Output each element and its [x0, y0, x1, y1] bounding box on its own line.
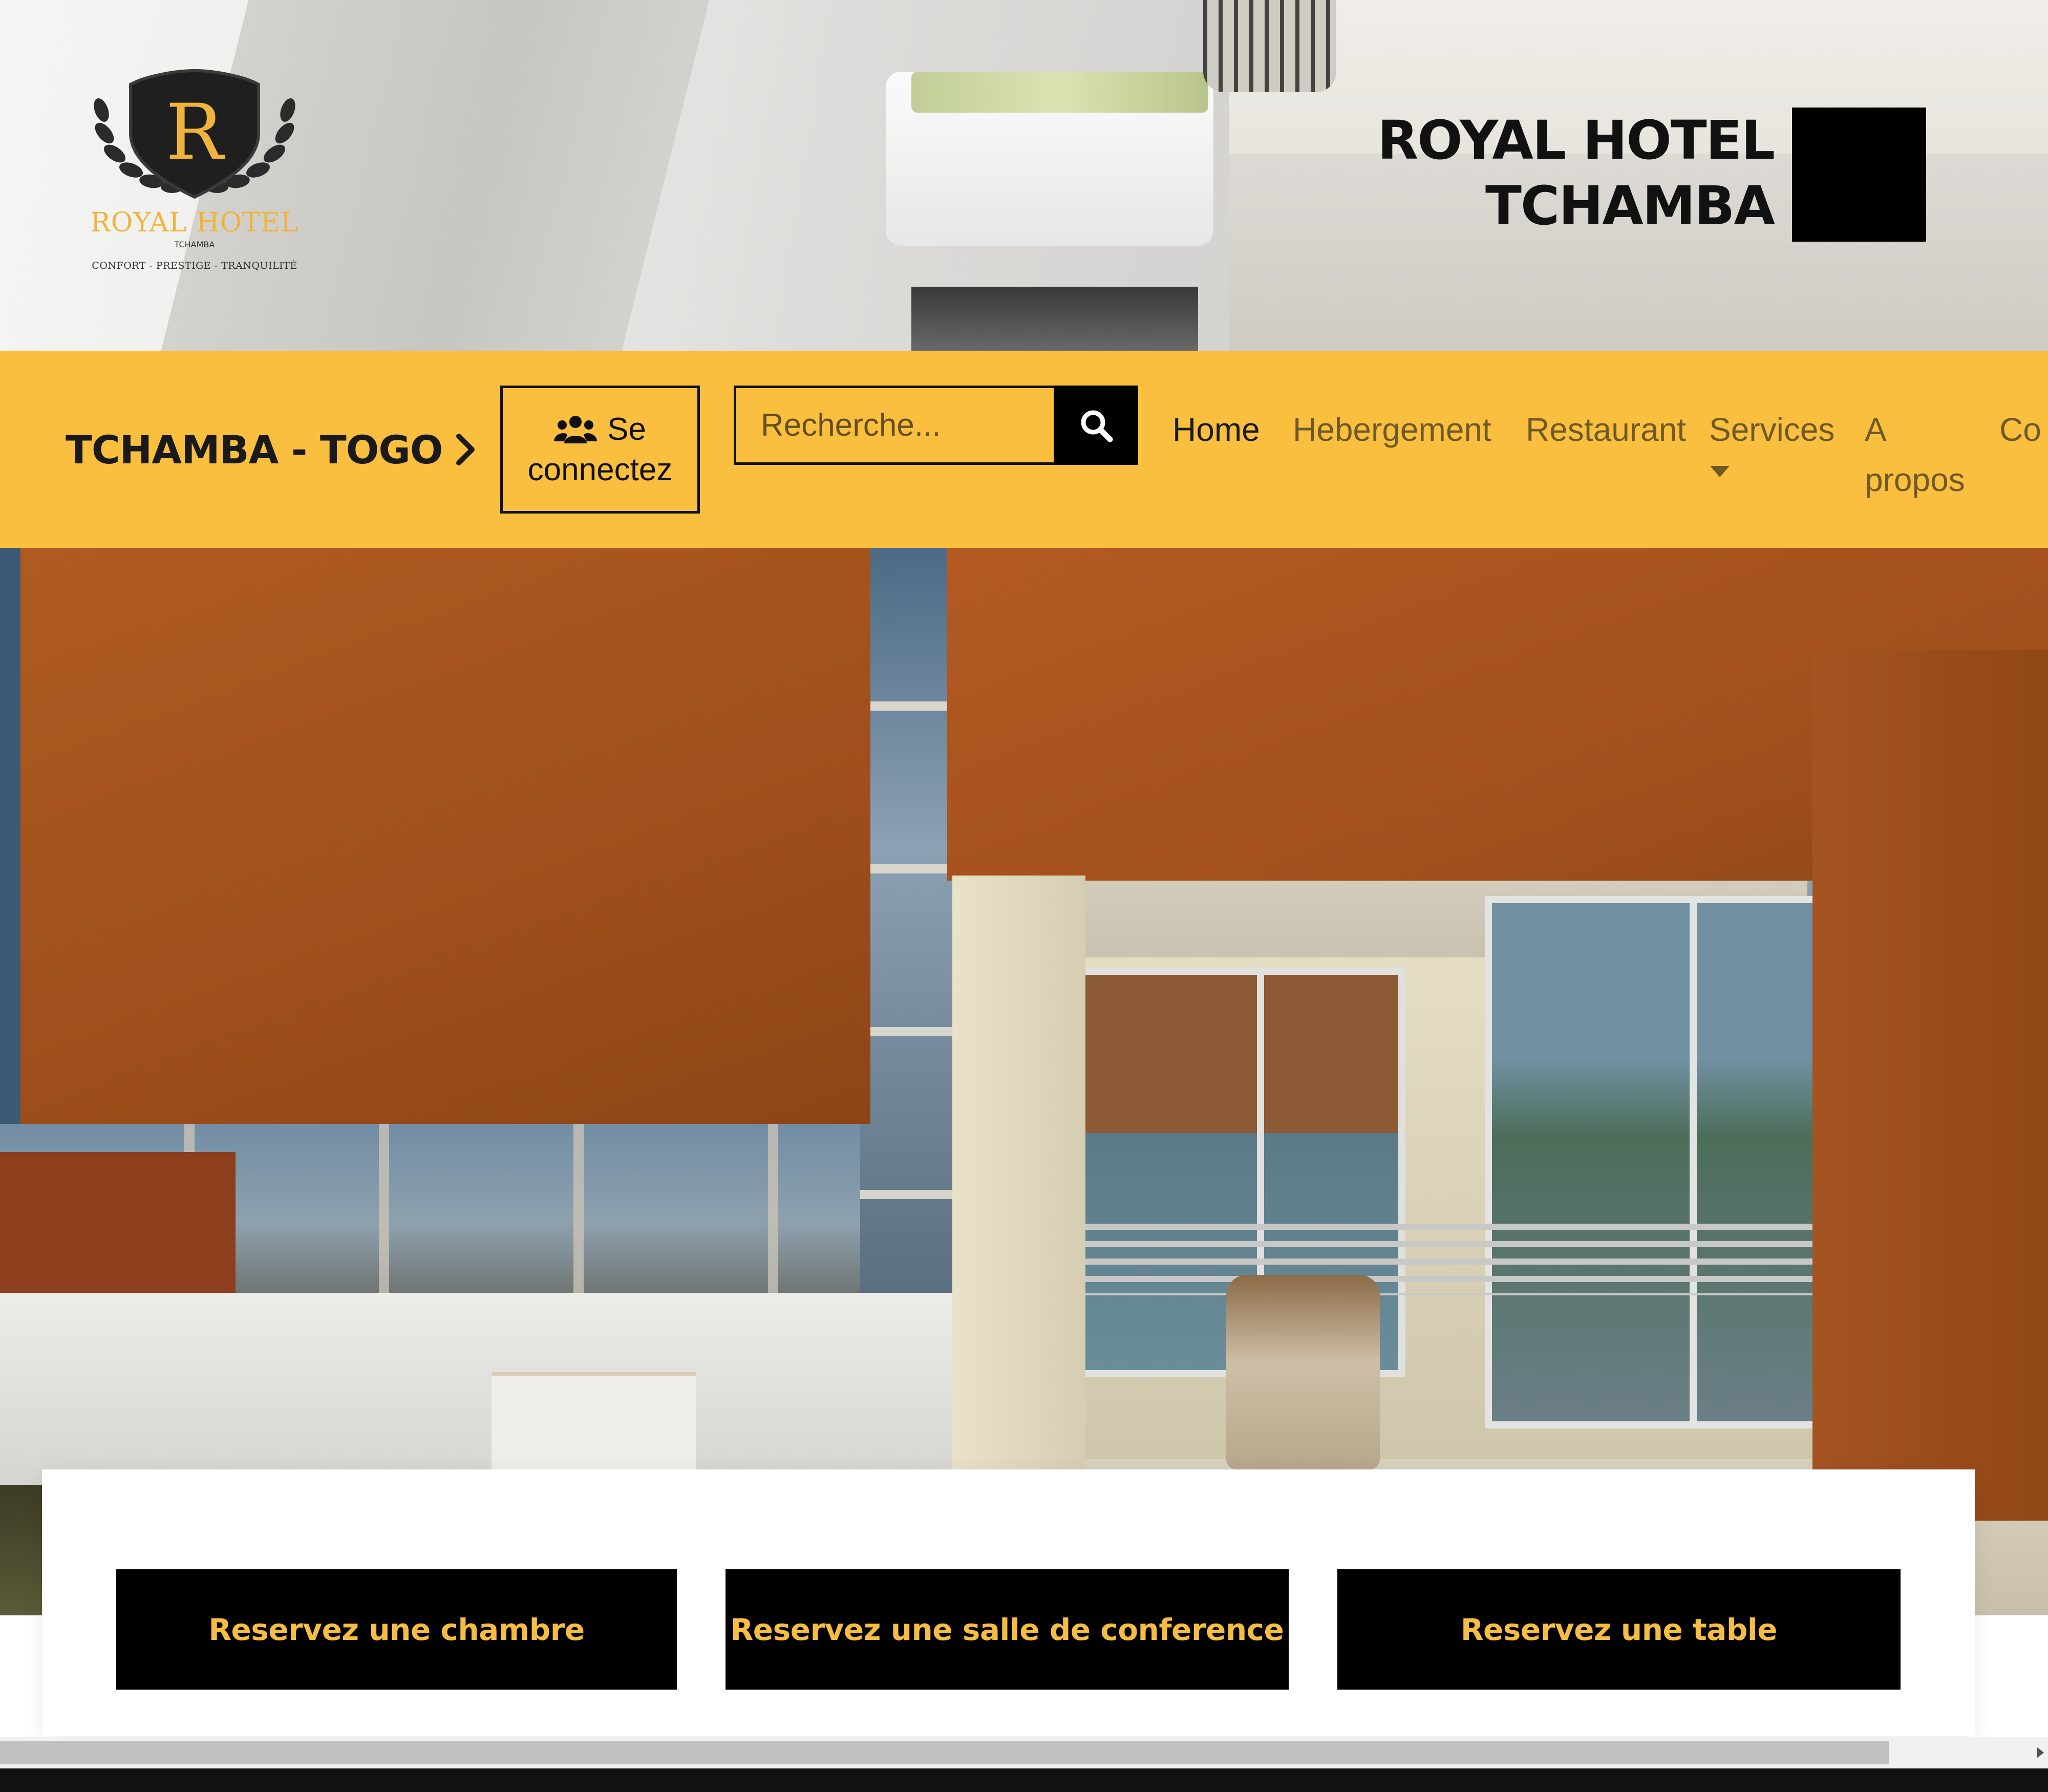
location-link[interactable]: TCHAMBA - TOGO: [66, 426, 476, 473]
login-label-line1: Se: [554, 411, 646, 447]
booking-card: Reservez une chambre Reservez une salle …: [42, 1469, 1975, 1736]
horizontal-scrollbar[interactable]: [0, 1737, 2048, 1768]
title-black-block: [1792, 108, 1926, 242]
login-button[interactable]: Se connectez: [500, 386, 700, 514]
scrollbar-thumb[interactable]: [0, 1741, 1889, 1764]
shield-logo-icon: R: [94, 69, 295, 199]
header-banner: R ROYAL HOTEL TCHAMBA CONFORT - PRESTIGE…: [0, 0, 2048, 351]
hero-door-divider-right: [1690, 896, 1697, 1428]
bottom-dark-strip: [0, 1768, 2048, 1792]
hero-porch-railing: [1078, 1224, 1846, 1295]
hero-orange-wall-left: [20, 548, 870, 1124]
nav-item-home[interactable]: Home: [1172, 404, 1260, 455]
site-title: ROYAL HOTEL TCHAMBA: [1377, 108, 1775, 239]
location-label: TCHAMBA - TOGO: [66, 426, 443, 473]
scroll-right-icon[interactable]: [2031, 1744, 2048, 1761]
hero-glass-door-right: [1485, 896, 1853, 1428]
nav-item-services[interactable]: Services: [1709, 404, 1834, 455]
search-input[interactable]: [734, 386, 1054, 465]
site-title-line1: ROYAL HOTEL: [1377, 109, 1775, 172]
nav-item-hebergement[interactable]: Hebergement: [1293, 404, 1491, 455]
site-title-line2: TCHAMBA: [1485, 175, 1775, 237]
nav-item-restaurant[interactable]: Restaurant: [1526, 404, 1686, 455]
nav-item-apropos[interactable]: A propos: [1865, 404, 1967, 505]
hero-building-photo: [0, 548, 2048, 1615]
hero-planter: [492, 1372, 696, 1475]
logo-tagline: CONFORT - PRESTIGE - TRANQUILITÉ: [92, 260, 297, 271]
logo-letter: R: [166, 88, 226, 177]
logo-subname: TCHAMBA: [174, 240, 215, 249]
login-text-connectez: connectez: [527, 452, 673, 487]
hotel-logo[interactable]: R ROYAL HOTEL TCHAMBA CONFORT - PRESTIGE…: [82, 61, 307, 287]
hero-glass-bars: [860, 548, 952, 1295]
hero-front-wall: [0, 1293, 963, 1487]
caret-down-icon[interactable]: [1709, 465, 1731, 478]
hero-wooden-stool: [1226, 1275, 1380, 1469]
book-table-button[interactable]: Reservez une table: [1337, 1569, 1901, 1690]
chevron-right-icon: [456, 434, 475, 465]
hero-orange-pillar: [1812, 650, 2048, 1521]
users-icon: [554, 415, 598, 443]
page: R ROYAL HOTEL TCHAMBA CONFORT - PRESTIGE…: [0, 0, 2048, 1792]
nav-item-contact[interactable]: Co: [1999, 404, 2041, 455]
search-button[interactable]: [1054, 386, 1138, 465]
book-conference-button[interactable]: Reservez une salle de conference: [726, 1569, 1289, 1690]
search-form: [734, 386, 1138, 465]
book-room-button[interactable]: Reservez une chambre: [116, 1569, 677, 1690]
hero-left-edge: [0, 548, 20, 1124]
search-icon: [1081, 410, 1113, 442]
login-text-se: Se: [607, 412, 646, 447]
navbar: TCHAMBA - TOGO Se connectez Recherche...…: [0, 351, 2048, 548]
logo-name: ROYAL HOTEL: [90, 207, 299, 238]
